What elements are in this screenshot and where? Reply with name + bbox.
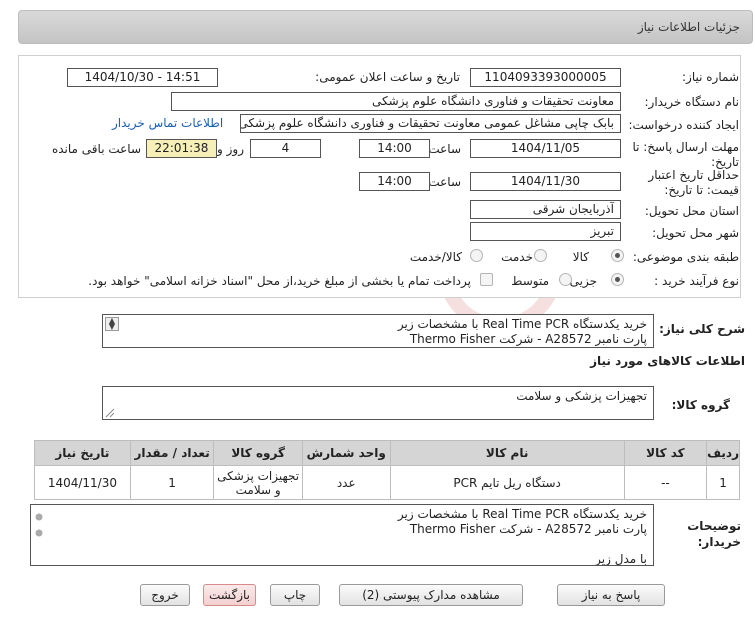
process-option-partial: جزیی [569, 274, 597, 288]
cell-unit: عدد [301, 465, 391, 500]
process-radio-partial[interactable] [611, 273, 624, 286]
requester-field: بابک چاپی مشاغل عمومی معاونت تحقیقات و ف… [240, 114, 621, 133]
treasury-payment-note: پرداخت تمام یا بخشی از مبلغ خرید،از محل … [88, 274, 471, 288]
validity-time-label: ساعت [428, 175, 461, 189]
page-header: جزئیات اطلاعات نیاز [18, 10, 753, 44]
buyer-notes-label-1: توضیحات [687, 519, 741, 533]
buyer-notes-line-1: خرید یکدستگاه Real Time PCR با مشخصات زی… [397, 507, 647, 521]
deadline-time-label: ساعت [428, 142, 461, 156]
need-number-field: 1104093393000005 [470, 68, 621, 87]
buyer-notes-line-2: پارت نامبر A28572 - شرکت Thermo Fisher [409, 522, 647, 536]
category-option-service: خدمت [501, 250, 533, 264]
col-date: تاریخ نیاز [34, 440, 131, 466]
city-label: شهر محل تحویل: [652, 226, 739, 240]
treasury-payment-checkbox[interactable] [480, 273, 493, 286]
resize-handle-icon[interactable] [105, 408, 115, 418]
announce-label: تاریخ و ساعت اعلان عمومی: [315, 70, 460, 84]
summary-textarea[interactable]: خرید یکدستگاه Real Time PCR با مشخصات زی… [102, 314, 654, 348]
province-field: آذربایجان شرقی [470, 200, 621, 219]
cell-date: 1404/11/30 [34, 465, 131, 500]
category-radio-goods-service[interactable] [470, 249, 483, 262]
view-attachments-button[interactable]: مشاهده مدارک پیوستی (2) [339, 584, 523, 606]
category-label: طبقه بندی موضوعی: [632, 250, 739, 264]
buyer-notes-line-3 [37, 537, 647, 552]
buyer-contact-link[interactable]: اطلاعات تماس خریدار [112, 116, 223, 130]
requester-label: ایجاد کننده درخواست: [628, 118, 739, 132]
deadline-time-field: 14:00 [359, 139, 430, 158]
col-name: نام کالا [389, 440, 625, 466]
col-row: ردیف [706, 440, 740, 466]
buyer-notes-scrollbar[interactable] [33, 509, 45, 543]
category-option-goods: کالا [572, 250, 589, 264]
col-group: گروه کالا [213, 440, 303, 466]
goods-group-field: تجهیزات پزشکی و سلامت [102, 386, 654, 420]
process-label: نوع فرآیند خرید : [654, 274, 739, 288]
goods-table-header: ردیف کد کالا نام کالا واحد شمارش گروه کا… [34, 440, 740, 466]
back-button[interactable]: بازگشت [203, 584, 256, 606]
summary-label: شرح کلی نیاز: [659, 322, 745, 336]
page-title: جزئیات اطلاعات نیاز [637, 20, 740, 34]
buyer-notes-textarea[interactable]: خرید یکدستگاه Real Time PCR با مشخصات زی… [30, 504, 654, 566]
validity-date-field: 1404/11/30 [470, 172, 621, 191]
validity-label-1: حداقل تاریخ اعتبار [648, 168, 739, 182]
days-remaining-field: 4 [250, 139, 321, 158]
goods-table: ردیف کد کالا نام کالا واحد شمارش گروه کا… [34, 440, 740, 500]
buyer-org-field: معاونت تحقیقات و فناوری دانشگاه علوم پزش… [171, 92, 621, 111]
cell-code: -- [623, 465, 708, 500]
category-radio-goods[interactable] [611, 249, 624, 262]
summary-scroll-control[interactable]: ▲ ▼ [105, 317, 119, 331]
col-unit: واحد شمارش [301, 440, 391, 466]
cell-group: تجهیزات پزشکی و سلامت [213, 465, 303, 500]
buyer-notes-label-2: خریدار: [697, 535, 741, 549]
cell-qty: 1 [129, 465, 215, 500]
process-radio-medium[interactable] [559, 273, 572, 286]
print-button[interactable]: چاپ [270, 584, 320, 606]
goods-section-title: اطلاعات کالاهای مورد نیاز [590, 354, 745, 368]
announce-field: 1404/10/30 - 14:51 [67, 68, 218, 87]
cell-row: 1 [706, 465, 740, 500]
validity-time-field: 14:00 [359, 172, 430, 191]
city-field: تبریز [470, 222, 621, 241]
summary-line-1: خرید یکدستگاه Real Time PCR با مشخصات زی… [397, 317, 647, 331]
days-label: روز و [217, 142, 244, 156]
cell-name: دستگاه ریل تایم PCR [389, 465, 625, 500]
col-code: کد کالا [623, 440, 708, 466]
col-qty: تعداد / مقدار [129, 440, 215, 466]
process-option-medium: متوسط [511, 274, 549, 288]
remaining-time-label: ساعت باقی مانده [51, 142, 141, 156]
validity-label-2: قیمت: تا تاریخ: [664, 183, 739, 197]
goods-group-value: تجهیزات پزشکی و سلامت [516, 389, 647, 403]
table-row[interactable]: 1 -- دستگاه ریل تایم PCR عدد تجهیزات پزش… [34, 465, 740, 500]
deadline-label-1: مهلت ارسال پاسخ: تا [632, 140, 739, 154]
reply-button[interactable]: پاسخ به نیاز [557, 584, 665, 606]
buyer-org-label: نام دستگاه خریدار: [644, 95, 740, 109]
summary-line-2: پارت نامبر A28572 - شرکت Thermo Fisher [409, 332, 647, 346]
remaining-time-field: 22:01:38 [146, 139, 217, 158]
need-number-label: شماره نیاز: [682, 70, 739, 84]
exit-button[interactable]: خروج [140, 584, 190, 606]
buyer-notes-line-4: با مدل زیر [595, 552, 647, 566]
goods-group-label: گروه کالا: [671, 398, 730, 412]
deadline-label-2: تاریخ: [711, 155, 739, 169]
category-option-goods-service: کالا/خدمت [409, 250, 462, 264]
deadline-date-field: 1404/11/05 [470, 139, 621, 158]
province-label: استان محل تحویل: [644, 204, 739, 218]
category-radio-service[interactable] [534, 249, 547, 262]
